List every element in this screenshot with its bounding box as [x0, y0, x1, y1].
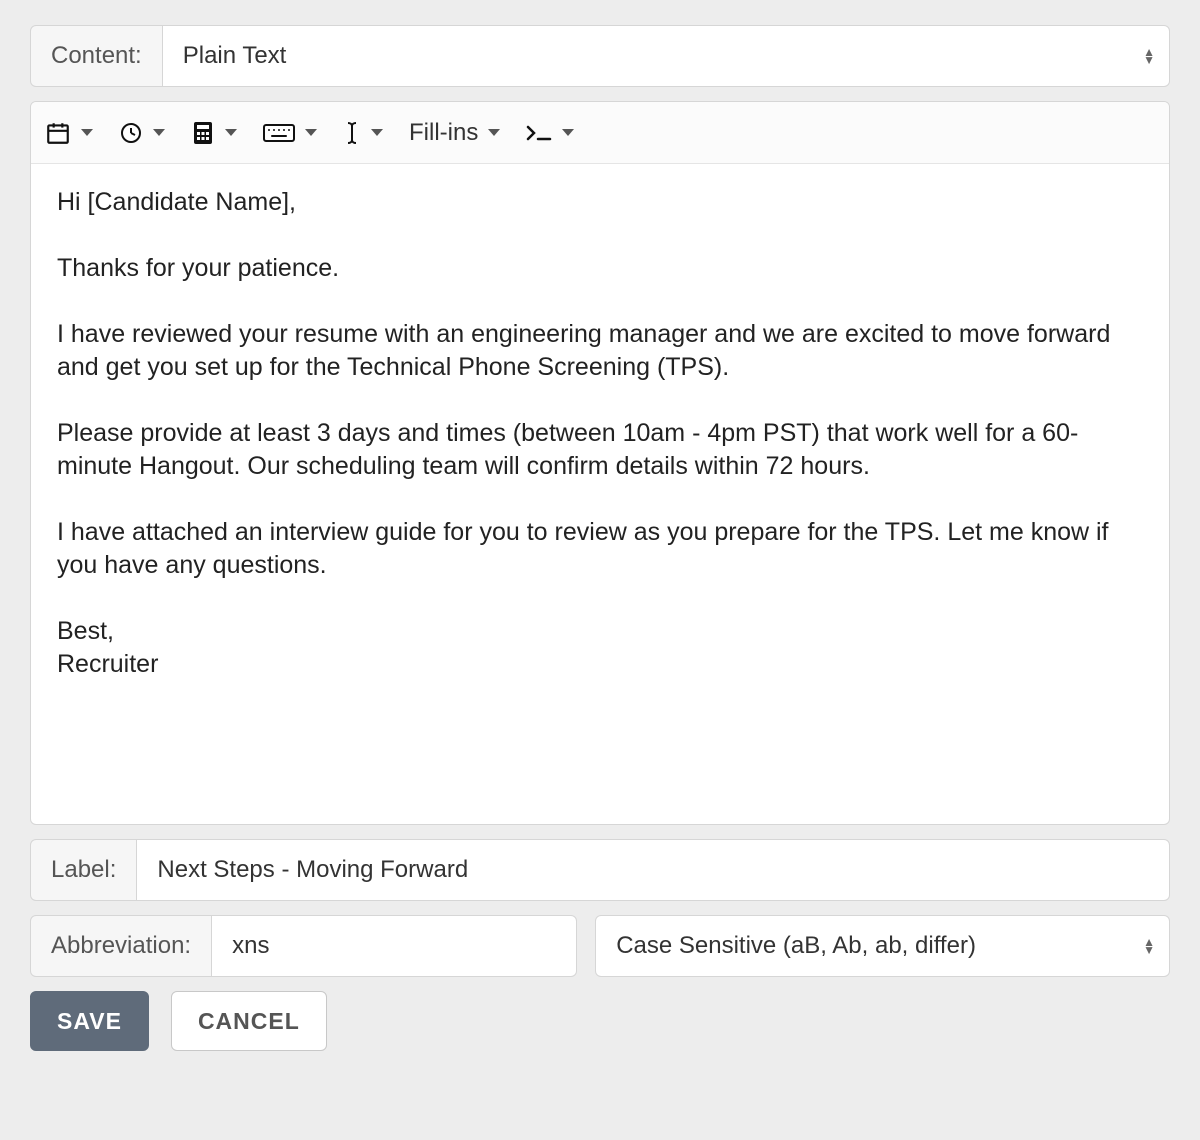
toolbar-datemath-menu[interactable]	[191, 120, 237, 146]
label-input[interactable]	[137, 839, 1170, 901]
calculator-icon	[191, 120, 215, 146]
label-label: Label:	[30, 839, 137, 901]
fillins-label: Fill-ins	[409, 119, 478, 147]
toolbar-cursor-menu[interactable]	[343, 120, 383, 146]
save-button[interactable]: SAVE	[30, 991, 149, 1051]
snippet-editor-panel: Content: Plain Text ▲▼	[30, 25, 1170, 1051]
content-select[interactable]: Plain Text ▲▼	[163, 25, 1170, 87]
abbreviation-row: Abbreviation: Case Sensitive (aB, Ab, ab…	[30, 915, 1170, 977]
clock-icon	[119, 121, 143, 145]
calendar-icon	[45, 120, 71, 146]
cursor-icon	[343, 120, 361, 146]
content-label: Content:	[30, 25, 163, 87]
editor-box: Fill-ins Hi [Candidate Name], Thanks for…	[30, 101, 1170, 825]
chevron-down-icon	[153, 129, 165, 136]
editor-toolbar: Fill-ins	[31, 102, 1169, 164]
content-select-value: Plain Text	[183, 42, 287, 70]
content-row: Content: Plain Text ▲▼	[30, 25, 1170, 87]
cancel-button[interactable]: CANCEL	[171, 991, 327, 1051]
chevron-down-icon	[81, 129, 93, 136]
terminal-icon	[526, 123, 552, 143]
chevron-down-icon	[371, 129, 383, 136]
keyboard-icon	[263, 122, 295, 144]
toolbar-script-menu[interactable]	[526, 123, 574, 143]
chevron-down-icon	[305, 129, 317, 136]
abbreviation-label: Abbreviation:	[30, 915, 212, 977]
updown-icon: ▲▼	[1143, 48, 1155, 64]
toolbar-fillins-menu[interactable]: Fill-ins	[409, 119, 500, 147]
button-row: SAVE CANCEL	[30, 991, 1170, 1051]
chevron-down-icon	[562, 129, 574, 136]
chevron-down-icon	[488, 129, 500, 136]
case-sensitivity-value: Case Sensitive (aB, Ab, ab, differ)	[616, 932, 976, 960]
toolbar-date-menu[interactable]	[45, 120, 93, 146]
updown-icon: ▲▼	[1143, 938, 1155, 954]
snippet-content-editor[interactable]: Hi [Candidate Name], Thanks for your pat…	[31, 164, 1169, 824]
abbreviation-input[interactable]	[212, 915, 577, 977]
toolbar-time-menu[interactable]	[119, 121, 165, 145]
chevron-down-icon	[225, 129, 237, 136]
case-sensitivity-select[interactable]: Case Sensitive (aB, Ab, ab, differ) ▲▼	[595, 915, 1170, 977]
toolbar-key-menu[interactable]	[263, 122, 317, 144]
label-row: Label:	[30, 839, 1170, 901]
